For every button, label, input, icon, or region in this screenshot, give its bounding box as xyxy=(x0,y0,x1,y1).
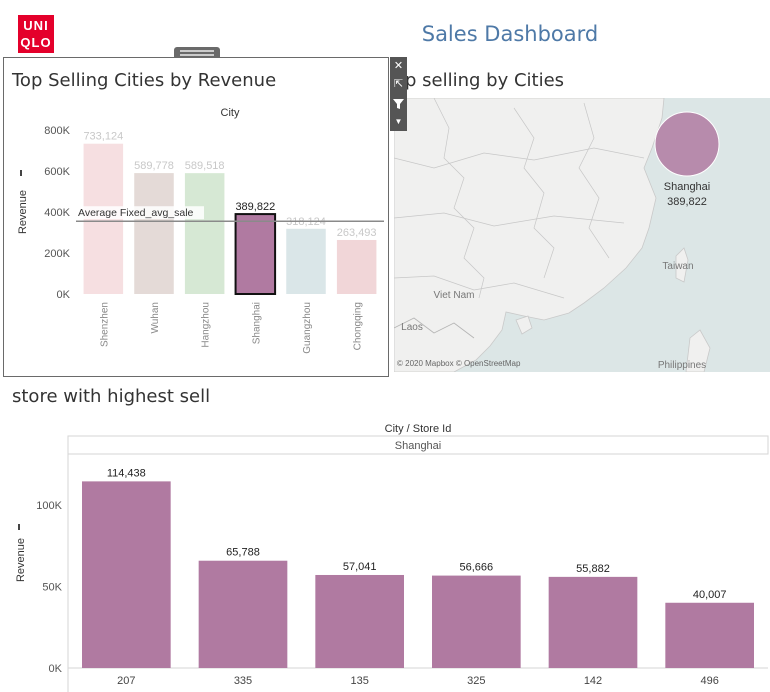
city-value-label: 589,778 xyxy=(134,160,174,172)
city-value-label: 263,493 xyxy=(337,227,377,239)
store-bar xyxy=(432,575,521,668)
city-bar xyxy=(336,239,377,294)
city-y-tick-label: 600K xyxy=(44,166,70,178)
tooltip-toolbar: ✕ ⇱ ▼ xyxy=(390,57,407,131)
store-bar xyxy=(82,481,171,668)
store-value-label: 55,882 xyxy=(576,563,610,575)
city-x-tick-label: Guangzhou xyxy=(302,302,313,354)
store-bar xyxy=(548,576,638,668)
map-credit[interactable]: © 2020 Mapbox © OpenStreetMap xyxy=(397,359,520,368)
store-bar xyxy=(315,574,404,668)
store-subheader: Shanghai xyxy=(395,440,442,452)
store-value-label: 40,007 xyxy=(693,589,727,601)
city-value-label: 589,518 xyxy=(185,160,225,172)
map-canvas: Shanghai 389,822 Taiwan Viet Nam Laos Ph… xyxy=(394,98,720,372)
vietnam-label: Viet Nam xyxy=(434,290,475,301)
city-x-tick-label: Wuhan xyxy=(150,302,161,334)
store-value-label: 114,438 xyxy=(107,467,146,479)
city-x-tick-label: Shenzhen xyxy=(99,302,110,347)
store-x-tick-label: 325 xyxy=(467,675,485,687)
close-icon[interactable]: ✕ xyxy=(390,57,407,75)
store-value-label: 57,041 xyxy=(343,561,377,573)
city-x-tick-label: Chongqing xyxy=(353,302,364,350)
map-title: op selling by Cities xyxy=(394,70,565,91)
city-revenue-chart: City Revenue 0K 200K 400K 600K 800K 733,124 Shen… xyxy=(17,107,384,354)
bubble-city-label: Shanghai xyxy=(664,181,711,193)
open-in-new-icon[interactable]: ⇱ xyxy=(390,75,407,93)
city-bar xyxy=(234,213,277,295)
dashboard-title: Sales Dashboard xyxy=(421,22,599,46)
uniqlo-logo: UNI QLO xyxy=(18,15,54,53)
store-x-tick-label: 335 xyxy=(234,675,252,687)
store-x-tick-label: 496 xyxy=(700,675,718,687)
drag-handle-line xyxy=(180,50,214,52)
city-bar xyxy=(184,173,225,294)
city-y-tick-label: 200K xyxy=(44,248,70,260)
store-y-tick-label: 0K xyxy=(49,663,63,675)
bubble-value-label: 389,822 xyxy=(667,196,707,208)
store-value-label: 65,788 xyxy=(226,547,260,559)
reference-line-label: Average Fixed_avg_sale xyxy=(78,207,194,219)
shanghai-bubble xyxy=(654,111,720,177)
city-chart-title: Top Selling Cities by Revenue xyxy=(12,70,277,91)
drag-handle-line xyxy=(180,54,214,56)
store-y-axis-label: Revenue xyxy=(15,538,27,582)
city-y-tick-label: 400K xyxy=(44,207,70,219)
city-value-label: 389,822 xyxy=(235,201,275,213)
philippines-label: Philippines xyxy=(658,360,706,371)
city-y-tick-label: 0K xyxy=(57,289,71,301)
dropdown-icon[interactable]: ▼ xyxy=(390,113,407,131)
logo-line-2: QLO xyxy=(20,35,52,50)
city-y-axis-label: Revenue xyxy=(17,190,29,234)
store-bar xyxy=(198,560,288,668)
taiwan-label: Taiwan xyxy=(662,261,693,272)
logo-line-1: UNI xyxy=(23,18,49,33)
filter-icon[interactable] xyxy=(390,95,407,113)
store-y-tick-label: 50K xyxy=(42,581,62,593)
store-bar xyxy=(665,602,754,668)
laos-label: Laos xyxy=(401,322,423,333)
hainan-island xyxy=(515,315,533,335)
china-map[interactable]: Shanghai 389,822 Taiwan Viet Nam Laos Ph… xyxy=(394,98,770,372)
city-bar xyxy=(286,228,326,294)
store-x-tick-label: 135 xyxy=(350,675,368,687)
store-chart-title: store with highest sell xyxy=(12,386,211,407)
store-value-label: 56,666 xyxy=(460,562,494,574)
axis-sort-icon xyxy=(20,170,22,176)
land-mass xyxy=(394,98,665,372)
city-x-tick-label: Shanghai xyxy=(251,302,262,344)
city-header: City xyxy=(221,107,240,119)
store-revenue-chart: City / Store Id Shanghai Revenue 0K 50K 100K 1… xyxy=(15,423,769,692)
city-x-tick-label: Hangzhou xyxy=(201,302,212,348)
store-y-tick-label: 100K xyxy=(36,500,62,512)
axis-sort-icon xyxy=(18,524,20,530)
store-header: City / Store Id xyxy=(385,423,452,435)
city-value-label: 733,124 xyxy=(83,131,123,143)
store-x-tick-label: 142 xyxy=(584,675,602,687)
store-x-tick-label: 207 xyxy=(117,675,135,687)
city-y-tick-label: 800K xyxy=(44,125,70,137)
city-bar xyxy=(134,173,174,294)
